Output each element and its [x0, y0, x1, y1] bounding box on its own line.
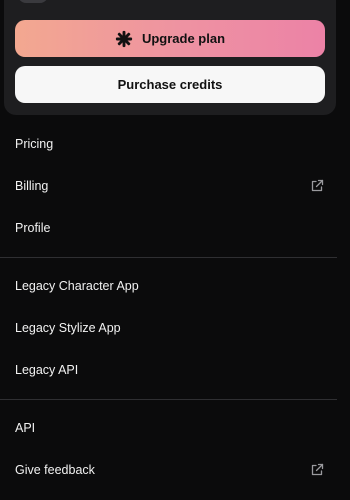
account-menu-panel: Upgrade plan Purchase credits Pricing Bi… — [0, 0, 350, 500]
menu-item-profile[interactable]: Profile — [0, 211, 350, 245]
purchase-credits-button[interactable]: Purchase credits — [15, 66, 325, 103]
menu-item-label: Give feedback — [15, 463, 95, 477]
menu-divider — [0, 399, 337, 400]
menu-item-label: API — [15, 421, 36, 435]
menu-item-label: Legacy API — [15, 363, 79, 377]
menu-divider — [0, 257, 337, 258]
avatar — [18, 0, 48, 3]
menu-item-pricing[interactable]: Pricing — [0, 127, 350, 161]
menu-item-legacy-api[interactable]: Legacy API — [0, 353, 350, 387]
menu-item-api[interactable]: API — [0, 411, 350, 445]
sparkle-logo-icon — [115, 30, 133, 47]
menu-item-label: Legacy Stylize App — [15, 321, 121, 335]
menu-item-label: Pricing — [15, 137, 54, 151]
menu-item-billing[interactable]: Billing — [0, 169, 350, 203]
account-card: Upgrade plan Purchase credits — [4, 0, 336, 115]
purchase-credits-label: Purchase credits — [117, 77, 223, 92]
menu-item-give-feedback[interactable]: Give feedback — [0, 453, 350, 487]
menu-item-legacy-stylize-app[interactable]: Legacy Stylize App — [0, 311, 350, 345]
menu-item-label: Billing — [15, 179, 49, 193]
menu-item-legacy-character-app[interactable]: Legacy Character App — [0, 269, 350, 303]
upgrade-plan-button[interactable]: Upgrade plan — [15, 20, 325, 57]
external-link-icon — [311, 463, 324, 476]
menu-item-label: Profile — [15, 221, 51, 235]
upgrade-plan-label: Upgrade plan — [141, 31, 226, 46]
external-link-icon — [311, 179, 324, 192]
menu-item-label: Legacy Character App — [15, 279, 139, 293]
